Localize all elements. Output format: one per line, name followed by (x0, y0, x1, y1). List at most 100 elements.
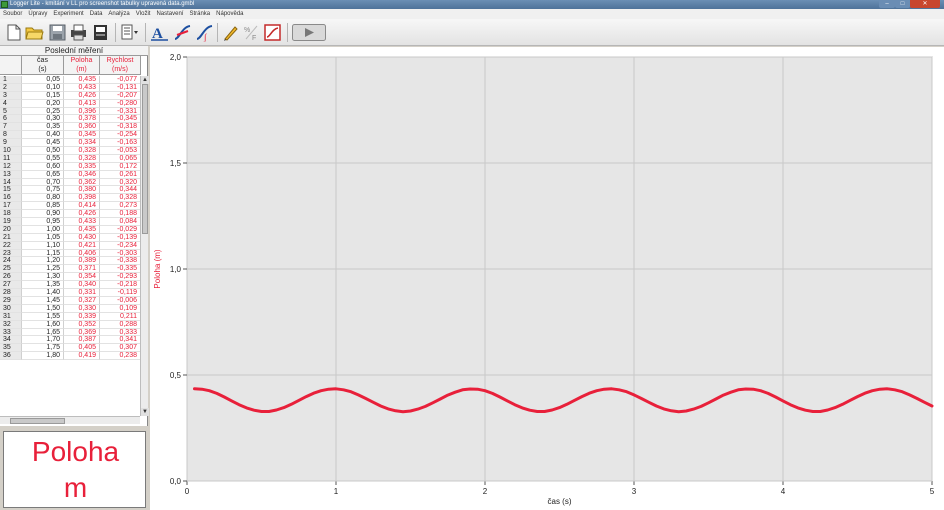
velocity-cell[interactable]: 0,341 (100, 336, 141, 345)
position-cell[interactable]: 0,405 (64, 344, 100, 353)
position-cell[interactable]: 0,421 (64, 241, 100, 250)
velocity-cell[interactable]: -0,335 (100, 265, 141, 274)
time-cell[interactable]: 1,40 (22, 289, 64, 297)
time-cell[interactable]: 0,45 (22, 139, 64, 148)
time-cell[interactable]: 0,50 (22, 147, 64, 155)
table-row[interactable]: 33 1,65 0,369 0,333 (0, 328, 141, 337)
row-number[interactable]: 2 (0, 83, 22, 92)
text-annotation-icon[interactable]: A (150, 23, 169, 42)
table-row[interactable]: 16 0,80 0,398 0,328 (0, 194, 141, 203)
position-cell[interactable]: 0,331 (64, 289, 100, 297)
velocity-cell[interactable]: -0,293 (100, 273, 141, 282)
velocity-cell[interactable]: -0,338 (100, 257, 141, 266)
table-row[interactable]: 2 0,10 0,433 -0,131 (0, 83, 141, 92)
column-header-velocity[interactable]: Rychlost (m/s) (100, 56, 141, 75)
table-row[interactable]: 26 1,30 0,354 -0,293 (0, 273, 141, 282)
time-cell[interactable]: 0,30 (22, 115, 64, 124)
time-cell[interactable]: 1,55 (22, 312, 64, 321)
velocity-cell[interactable]: 0,307 (100, 344, 141, 353)
scroll-thumb[interactable] (10, 418, 65, 424)
velocity-cell[interactable]: 0,065 (100, 154, 141, 163)
row-number[interactable]: 10 (0, 147, 22, 155)
time-cell[interactable]: 1,20 (22, 257, 64, 266)
velocity-cell[interactable]: 0,328 (100, 194, 141, 203)
menu-soubor[interactable]: Soubor (3, 9, 22, 19)
position-cell[interactable]: 0,433 (64, 218, 100, 226)
print-icon[interactable] (69, 23, 88, 42)
velocity-cell[interactable]: -0,163 (100, 139, 141, 148)
table-row[interactable]: 3 0,15 0,426 -0,207 (0, 91, 141, 100)
scroll-up-icon[interactable]: ▲ (141, 76, 149, 84)
save-icon[interactable] (48, 23, 67, 42)
table-row[interactable]: 18 0,90 0,426 0,188 (0, 210, 141, 219)
menu-data[interactable]: Data (90, 9, 103, 19)
row-number[interactable]: 5 (0, 107, 22, 116)
table-row[interactable]: 35 1,75 0,405 0,307 (0, 344, 141, 353)
page-setup-icon[interactable] (120, 23, 139, 42)
velocity-cell[interactable]: 0,273 (100, 202, 141, 211)
velocity-cell[interactable]: 0,211 (100, 312, 141, 321)
table-row[interactable]: 23 1,15 0,406 -0,303 (0, 249, 141, 258)
time-cell[interactable]: 0,65 (22, 170, 64, 179)
velocity-cell[interactable]: -0,234 (100, 241, 141, 250)
velocity-cell[interactable]: -0,077 (100, 76, 141, 84)
velocity-cell[interactable]: -0,029 (100, 225, 141, 234)
velocity-cell[interactable]: -0,053 (100, 147, 141, 155)
time-cell[interactable]: 1,75 (22, 344, 64, 353)
menu-napoveda[interactable]: Nápověda (216, 9, 243, 19)
row-number[interactable]: 35 (0, 344, 22, 353)
row-number[interactable]: 29 (0, 296, 22, 305)
time-cell[interactable]: 1,70 (22, 336, 64, 345)
velocity-cell[interactable]: 0,320 (100, 178, 141, 187)
table-row[interactable]: 27 1,35 0,340 -0,218 (0, 281, 141, 290)
table-row[interactable]: 25 1,25 0,371 -0,335 (0, 265, 141, 274)
table-row[interactable]: 13 0,65 0,346 0,261 (0, 170, 141, 179)
position-cell[interactable]: 0,426 (64, 210, 100, 219)
row-number[interactable]: 6 (0, 115, 22, 124)
time-cell[interactable]: 0,15 (22, 91, 64, 100)
table-row[interactable]: 19 0,95 0,433 0,084 (0, 218, 141, 226)
position-cell[interactable]: 0,430 (64, 233, 100, 242)
column-header-position[interactable]: Poloha (m) (64, 56, 100, 75)
table-row[interactable]: 15 0,75 0,380 0,344 (0, 186, 141, 195)
position-time-graph[interactable]: 0 1 2 3 4 5 0,0 0,5 1,0 1,5 2,0 čas (s) Poloha (m) (150, 47, 944, 510)
row-number[interactable]: 33 (0, 328, 22, 337)
velocity-cell[interactable]: 0,288 (100, 320, 141, 329)
table-row[interactable]: 29 1,45 0,327 -0,006 (0, 296, 141, 305)
integral-icon[interactable]: ∫ (195, 23, 214, 42)
time-cell[interactable]: 1,25 (22, 265, 64, 274)
position-cell[interactable]: 0,369 (64, 328, 100, 337)
time-cell[interactable]: 0,20 (22, 99, 64, 108)
time-cell[interactable]: 0,80 (22, 194, 64, 203)
velocity-cell[interactable]: -0,331 (100, 107, 141, 116)
row-number[interactable]: 7 (0, 123, 22, 132)
table-row[interactable]: 10 0,50 0,328 -0,053 (0, 147, 141, 155)
time-cell[interactable]: 0,40 (22, 131, 64, 140)
table-row[interactable]: 20 1,00 0,435 -0,029 (0, 225, 141, 234)
row-number[interactable]: 34 (0, 336, 22, 345)
new-file-icon[interactable] (4, 23, 23, 42)
velocity-cell[interactable]: -0,006 (100, 296, 141, 305)
menu-experiment[interactable]: Experiment (53, 9, 83, 19)
position-cell[interactable]: 0,330 (64, 304, 100, 313)
velocity-cell[interactable]: 0,188 (100, 210, 141, 219)
table-row[interactable]: 17 0,85 0,414 0,273 (0, 202, 141, 211)
menu-vlozit[interactable]: Vložit (136, 9, 151, 19)
time-cell[interactable]: 0,70 (22, 178, 64, 187)
velocity-cell[interactable]: -0,345 (100, 115, 141, 124)
time-cell[interactable]: 1,30 (22, 273, 64, 282)
table-vertical-scrollbar[interactable]: ▲ ▼ (140, 76, 149, 416)
time-cell[interactable]: 0,05 (22, 76, 64, 84)
velocity-cell[interactable]: 0,261 (100, 170, 141, 179)
velocity-cell[interactable]: -0,131 (100, 83, 141, 92)
position-cell[interactable]: 0,339 (64, 312, 100, 321)
position-cell[interactable]: 0,413 (64, 99, 100, 108)
table-row[interactable]: 14 0,70 0,362 0,320 (0, 178, 141, 187)
position-cell[interactable]: 0,362 (64, 178, 100, 187)
position-cell[interactable]: 0,378 (64, 115, 100, 124)
position-cell[interactable]: 0,419 (64, 352, 100, 361)
position-cell[interactable]: 0,334 (64, 139, 100, 148)
time-cell[interactable]: 1,15 (22, 249, 64, 258)
table-row[interactable]: 31 1,55 0,339 0,211 (0, 312, 141, 321)
table-row[interactable]: 8 0,40 0,345 -0,254 (0, 131, 141, 140)
